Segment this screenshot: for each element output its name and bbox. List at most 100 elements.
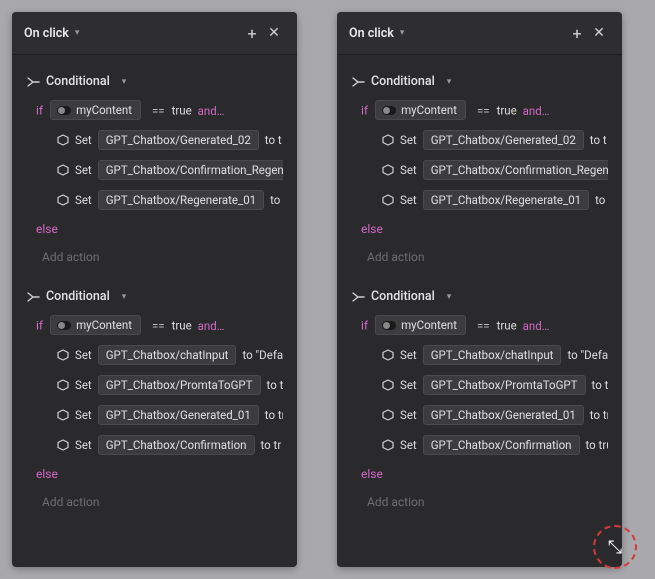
block-header[interactable]: Conditional ▾	[26, 284, 283, 309]
panel-title: On click	[349, 26, 394, 41]
target-pill[interactable]: GPT_Chatbox/Generated_02	[98, 130, 259, 150]
chevron-down-icon: ▾	[75, 28, 80, 38]
block-header[interactable]: Conditional ▾	[26, 69, 283, 94]
to-value: to f	[595, 193, 608, 207]
else-keyword: else	[36, 222, 58, 236]
hexagon-icon	[56, 439, 69, 452]
target-pill[interactable]: GPT_Chatbox/Regenerate_01	[98, 190, 264, 210]
target-pill[interactable]: GPT_Chatbox/chatInput	[98, 345, 237, 365]
panel-header[interactable]: On click ▾ + ✕	[12, 12, 297, 55]
actions-list: Set GPT_Chatbox/Generated_02 to t Set GP…	[26, 126, 283, 216]
action-row[interactable]: Set GPT_Chatbox/chatInput to "Defa	[26, 341, 283, 369]
set-keyword: Set	[75, 408, 92, 422]
target-pill[interactable]: GPT_Chatbox/Generated_01	[423, 405, 584, 425]
else-branch[interactable]: else	[351, 461, 608, 487]
if-condition[interactable]: if myContent == true and…	[26, 309, 283, 341]
target-pill[interactable]: GPT_Chatbox/Generated_01	[98, 405, 259, 425]
chevron-down-icon: ▾	[122, 77, 127, 87]
hexagon-icon	[381, 164, 394, 177]
add-action-button[interactable]: Add action	[26, 487, 283, 519]
variable-pill[interactable]: myContent	[50, 315, 141, 335]
else-branch[interactable]: else	[351, 216, 608, 242]
target-pill[interactable]: GPT_Chatbox/chatInput	[423, 345, 562, 365]
variable-pill[interactable]: myContent	[375, 100, 466, 120]
conditional-block: Conditional ▾ if myContent == true and… …	[337, 280, 622, 525]
conditional-label: Conditional	[371, 289, 435, 304]
toggle-icon	[57, 321, 71, 330]
target-pill[interactable]: GPT_Chatbox/Confirmation_Regen	[98, 160, 283, 180]
action-row[interactable]: Set GPT_Chatbox/chatInput to "Defa	[351, 341, 608, 369]
actions-list: Set GPT_Chatbox/Generated_02 to t Set GP…	[351, 126, 608, 216]
block-header[interactable]: Conditional ▾	[351, 69, 608, 94]
add-action-label: Add action	[42, 250, 99, 264]
resize-handle-icon[interactable]: ⤡	[593, 525, 637, 569]
operator: ==	[477, 104, 490, 118]
set-keyword: Set	[400, 378, 417, 392]
add-action-button[interactable]: Add action	[351, 487, 608, 519]
hexagon-icon	[56, 409, 69, 422]
action-row[interactable]: Set GPT_Chatbox/Regenerate_01 to f	[351, 186, 608, 214]
to-value: to "Defa	[242, 348, 283, 362]
panel-header[interactable]: On click ▾ + ✕	[337, 12, 622, 55]
branch-icon	[351, 75, 365, 89]
else-keyword: else	[361, 222, 383, 236]
hexagon-icon	[56, 164, 69, 177]
hexagon-icon	[381, 409, 394, 422]
target-pill[interactable]: GPT_Chatbox/Regenerate_01	[423, 190, 589, 210]
add-action-button[interactable]: Add action	[26, 242, 283, 274]
actions-list: Set GPT_Chatbox/chatInput to "Defa Set G…	[26, 341, 283, 461]
action-row[interactable]: Set GPT_Chatbox/Generated_02 to t	[351, 126, 608, 154]
conditional-block: Conditional ▾ if myContent == true and… …	[12, 65, 297, 280]
set-keyword: Set	[400, 408, 417, 422]
add-action-button[interactable]: Add action	[351, 242, 608, 274]
action-row[interactable]: Set GPT_Chatbox/PromtaToGPT to tr	[26, 371, 283, 399]
else-branch[interactable]: else	[26, 216, 283, 242]
variable-pill[interactable]: myContent	[375, 315, 466, 335]
operator: ==	[152, 319, 165, 333]
target-pill[interactable]: GPT_Chatbox/Generated_02	[423, 130, 584, 150]
action-row[interactable]: Set GPT_Chatbox/Generated_01 to tr	[351, 401, 608, 429]
add-action-label: Add action	[367, 250, 424, 264]
action-row[interactable]: Set GPT_Chatbox/Confirmation to tru	[351, 431, 608, 459]
action-row[interactable]: Set GPT_Chatbox/Confirmation to tr	[26, 431, 283, 459]
target-pill[interactable]: GPT_Chatbox/Confirmation	[98, 435, 255, 455]
if-condition[interactable]: if myContent == true and…	[351, 309, 608, 341]
add-action-label: Add action	[42, 495, 99, 509]
close-icon[interactable]: ✕	[588, 22, 610, 44]
to-value: to t	[590, 133, 607, 147]
action-row[interactable]: Set GPT_Chatbox/Confirmation_Regen	[26, 156, 283, 184]
target-pill[interactable]: GPT_Chatbox/Confirmation	[423, 435, 580, 455]
action-row[interactable]: Set GPT_Chatbox/Generated_01 to tr	[26, 401, 283, 429]
to-value: to tru	[586, 438, 609, 452]
action-row[interactable]: Set GPT_Chatbox/PromtaToGPT to tr	[351, 371, 608, 399]
else-branch[interactable]: else	[26, 461, 283, 487]
hexagon-icon	[381, 379, 394, 392]
close-icon[interactable]: ✕	[263, 22, 285, 44]
value: true	[497, 319, 517, 333]
add-icon[interactable]: +	[566, 22, 588, 44]
if-condition[interactable]: if myContent == true and…	[351, 94, 608, 126]
target-pill[interactable]: GPT_Chatbox/PromtaToGPT	[423, 375, 586, 395]
and-keyword: and…	[523, 104, 550, 118]
target-pill[interactable]: GPT_Chatbox/PromtaToGPT	[98, 375, 261, 395]
action-panel: On click ▾ + ✕ Conditional ▾ if myConten…	[12, 12, 297, 567]
target-pill[interactable]: GPT_Chatbox/Confirmation_Regen	[423, 160, 608, 180]
set-keyword: Set	[75, 163, 92, 177]
chevron-down-icon: ▾	[447, 77, 452, 87]
hexagon-icon	[56, 379, 69, 392]
if-keyword: if	[36, 104, 43, 118]
variable-pill[interactable]: myContent	[50, 100, 141, 120]
hexagon-icon	[381, 194, 394, 207]
add-icon[interactable]: +	[241, 22, 263, 44]
action-row[interactable]: Set GPT_Chatbox/Generated_02 to t	[26, 126, 283, 154]
toggle-icon	[57, 106, 71, 115]
to-value: to tr	[265, 408, 283, 422]
hexagon-icon	[56, 349, 69, 362]
action-row[interactable]: Set GPT_Chatbox/Regenerate_01 to f	[26, 186, 283, 214]
chevron-down-icon: ▾	[122, 292, 127, 302]
else-keyword: else	[36, 467, 58, 481]
to-value: to tr	[590, 408, 608, 422]
block-header[interactable]: Conditional ▾	[351, 284, 608, 309]
action-row[interactable]: Set GPT_Chatbox/Confirmation_Regen	[351, 156, 608, 184]
if-condition[interactable]: if myContent == true and…	[26, 94, 283, 126]
